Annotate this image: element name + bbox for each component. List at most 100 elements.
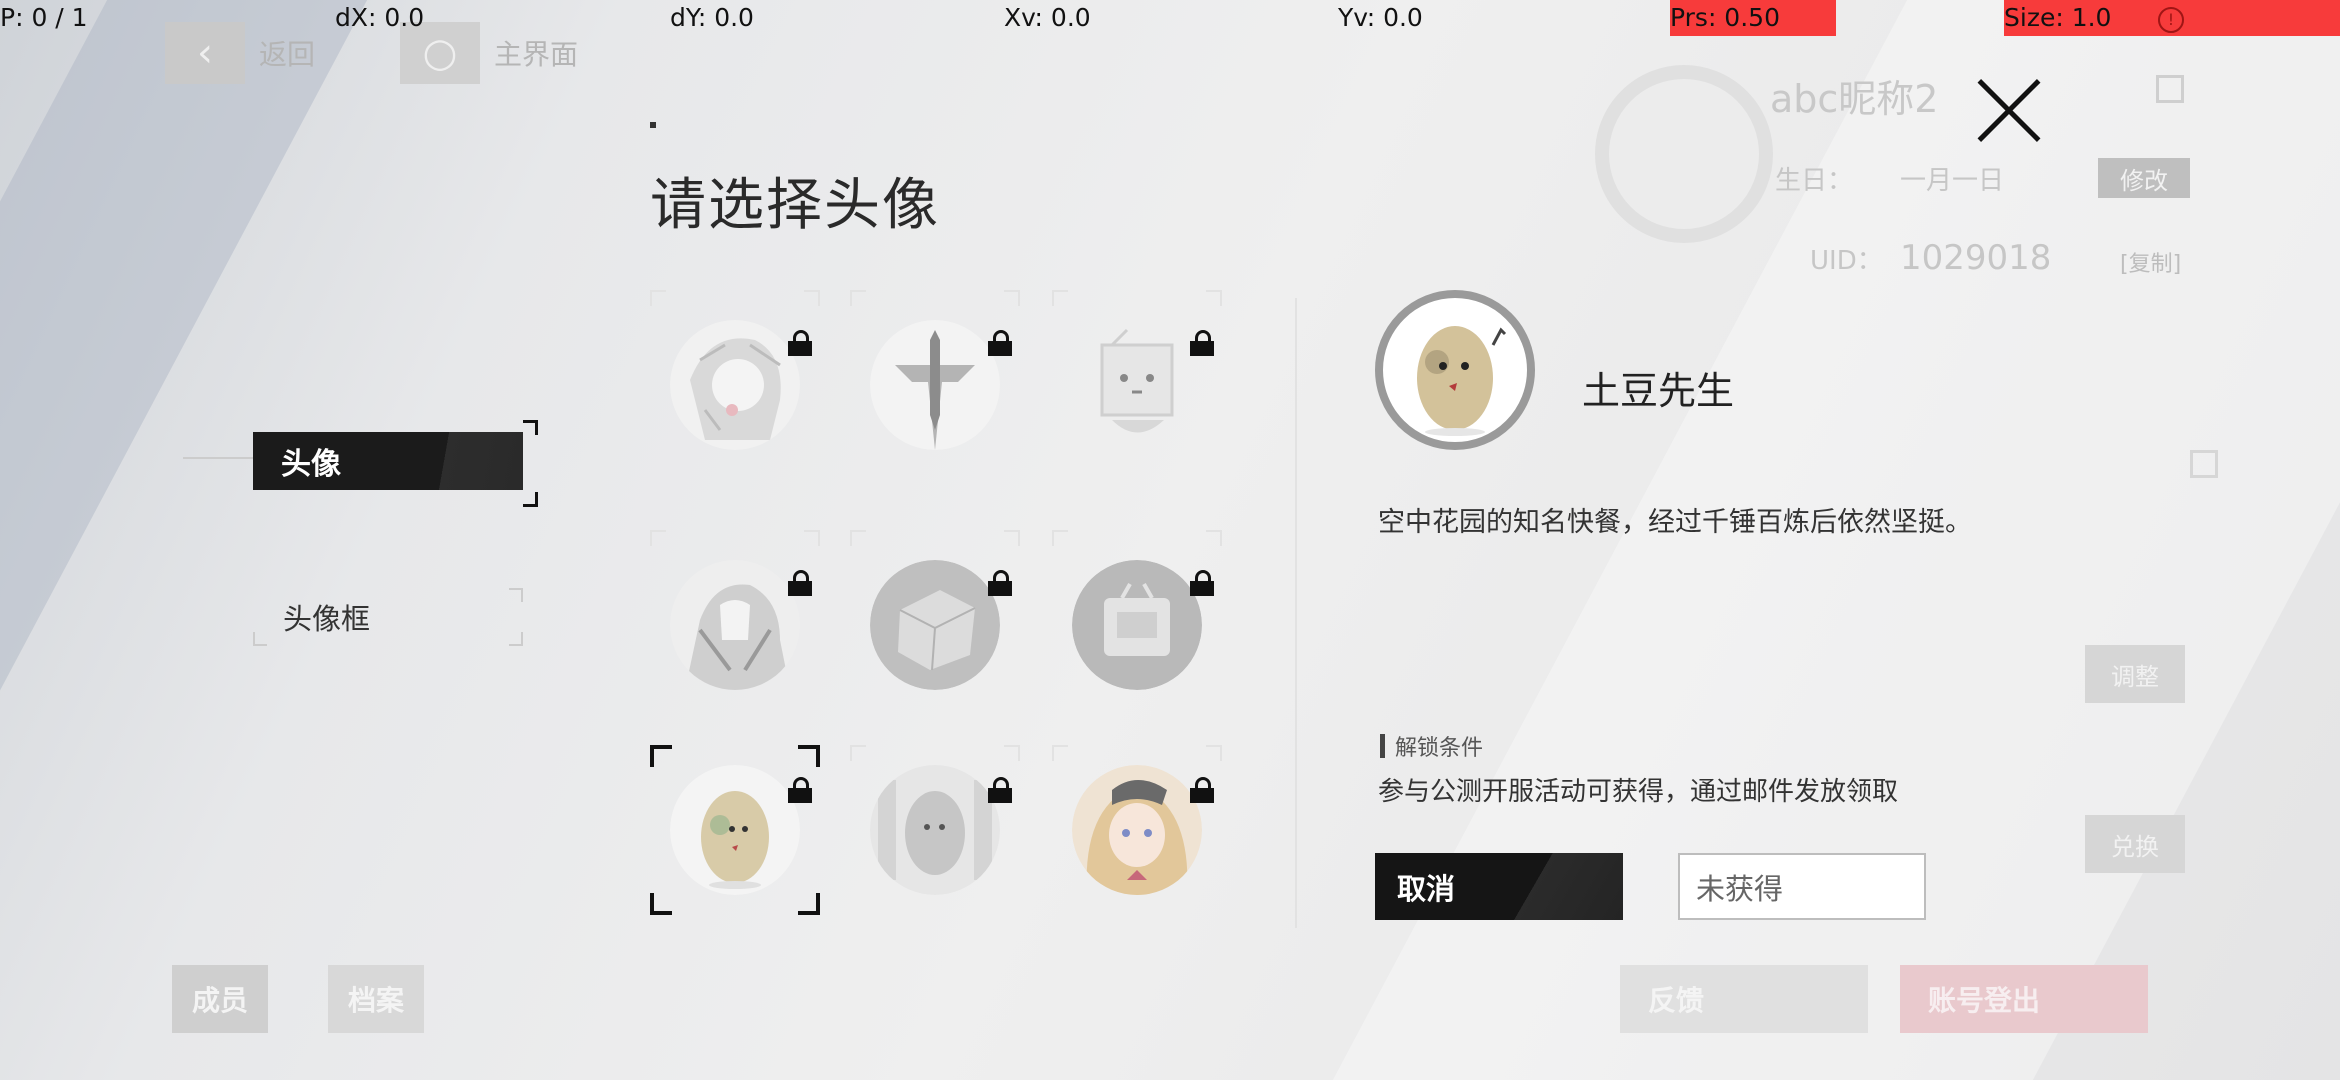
cell-corner	[1206, 745, 1222, 761]
tab-bracket	[523, 420, 538, 435]
close-icon[interactable]	[1973, 75, 2045, 147]
tv-robot-avatar-icon	[1072, 320, 1202, 450]
dialog-divider	[1295, 298, 1297, 928]
cell-corner	[1206, 530, 1222, 546]
cancel-label: 取消	[1397, 871, 1456, 906]
profile-nickname: abc昵称2	[1770, 77, 1939, 121]
cell-corner	[650, 530, 666, 546]
avatar-name: 土豆先生	[1582, 369, 1735, 413]
feedback-button[interactable]: 反馈	[1620, 965, 1868, 1033]
lock-icon	[788, 330, 812, 356]
tab-avatar-label: 头像	[281, 447, 341, 482]
gray-tv-avatar-icon	[1072, 560, 1202, 690]
status-label: 未获得	[1696, 871, 1784, 906]
chevron-left-icon: ‹	[165, 22, 245, 84]
heading-bar	[1380, 734, 1385, 758]
cell-corner	[1052, 530, 1068, 546]
logout-button[interactable]: 账号登出	[1900, 965, 2148, 1033]
emblem-logo-avatar-icon	[870, 320, 1000, 450]
tab-corner	[509, 632, 523, 646]
members-button[interactable]: 成员	[172, 965, 268, 1033]
avatar-cell-tv-robot[interactable]	[1052, 290, 1222, 460]
not-obtained-button: 未获得	[1678, 853, 1926, 920]
unlock-condition-text: 参与公测开服活动可获得，通过邮件发放领取	[1378, 777, 1899, 807]
gray-potato-avatar-icon	[870, 765, 1000, 895]
hooded-girl-avatar-icon	[670, 560, 800, 690]
bg-stripe	[0, 0, 368, 1080]
adjust-button[interactable]: 调整	[2085, 645, 2185, 703]
avatar-cell-emblem[interactable]	[850, 290, 1020, 460]
avatar-description: 空中花园的知名快餐，经过千锤百炼后依然坚挺。	[1378, 507, 1972, 538]
debug-yv: Yv: 0.0	[1338, 3, 1423, 32]
cell-corner	[850, 290, 866, 306]
copy-uid-button[interactable]: [复制]	[2120, 246, 2181, 278]
title-mark	[650, 122, 656, 128]
selection-corner	[650, 893, 672, 915]
debug-xv: Xv: 0.0	[1004, 3, 1091, 32]
lock-icon	[1190, 777, 1214, 803]
debug-pointer: P: 0 / 1	[0, 3, 88, 32]
cell-corner	[1004, 290, 1020, 306]
edit-nickname-icon[interactable]	[2156, 75, 2184, 103]
tab-avatar[interactable]: 头像	[253, 432, 523, 490]
tab-corner	[253, 632, 267, 646]
lock-icon	[788, 777, 812, 803]
uid-label: UID：	[1810, 246, 1883, 276]
birthday-label: 生日：	[1775, 166, 1854, 196]
lock-icon	[988, 330, 1012, 356]
girl-sketch-avatar-icon	[670, 320, 800, 450]
avatar-cell-gray-tv[interactable]	[1052, 530, 1222, 700]
gray-cube-avatar-icon	[870, 560, 1000, 690]
cell-corner	[850, 530, 866, 546]
selection-corner	[798, 745, 820, 767]
home-label: 主界面	[494, 38, 579, 71]
edit-sign-icon[interactable]	[2190, 450, 2218, 478]
home-button[interactable]: ○ 主界面	[400, 22, 578, 84]
modify-button[interactable]: 修改	[2098, 158, 2190, 198]
debug-pressure: Prs: 0.50	[1670, 0, 1836, 36]
cell-corner	[804, 290, 820, 306]
selection-corner	[798, 893, 820, 915]
potato-detail-icon	[1417, 326, 1507, 436]
avatar-cell-potato-selected[interactable]	[650, 745, 820, 915]
back-label: 返回	[259, 38, 316, 71]
selection-corner	[650, 745, 672, 767]
cell-corner	[1004, 530, 1020, 546]
cell-corner	[804, 530, 820, 546]
cell-corner	[1052, 290, 1068, 306]
redeem-button[interactable]: 兑换	[2085, 815, 2185, 873]
uid-value: 1029018	[1900, 238, 2052, 278]
lock-icon	[1190, 330, 1214, 356]
avatar-cell-girl-sketch[interactable]	[650, 290, 820, 460]
cell-corner	[650, 290, 666, 306]
cancel-button[interactable]: 取消	[1375, 853, 1623, 920]
lock-icon	[788, 570, 812, 596]
cell-corner	[1206, 290, 1222, 306]
lock-icon	[1190, 570, 1214, 596]
debug-dy: dY: 0.0	[670, 3, 754, 32]
tab-avatar-frame-label: 头像框	[283, 602, 371, 636]
back-button[interactable]: ‹ 返回	[165, 22, 315, 84]
detail-avatar	[1375, 290, 1535, 450]
cell-corner	[1052, 745, 1068, 761]
tab-corner	[509, 588, 523, 602]
dialog-title: 请选择头像	[650, 173, 940, 238]
cell-corner	[1004, 745, 1020, 761]
archive-button[interactable]: 档案	[328, 965, 424, 1033]
avatar-cell-gray-cube[interactable]	[850, 530, 1020, 700]
unlock-heading-label: 解锁条件	[1395, 736, 1484, 761]
lock-icon	[988, 777, 1012, 803]
potato-avatar-icon	[670, 765, 800, 895]
info-icon: !	[2158, 7, 2184, 33]
birthday-value: 一月一日	[1900, 166, 2005, 196]
tab-bracket	[523, 492, 538, 507]
unlock-heading: 解锁条件	[1380, 730, 1483, 762]
debug-dx: dX: 0.0	[335, 3, 425, 32]
avatar-cell-gray-potato[interactable]	[850, 745, 1020, 915]
blonde-girl-avatar-icon	[1072, 765, 1202, 895]
tab-avatar-frame[interactable]: 头像框	[253, 588, 523, 646]
avatar-cell-blonde-girl[interactable]	[1052, 745, 1222, 915]
cell-corner	[850, 745, 866, 761]
avatar-cell-hooded-girl[interactable]	[650, 530, 820, 700]
lock-icon	[988, 570, 1012, 596]
